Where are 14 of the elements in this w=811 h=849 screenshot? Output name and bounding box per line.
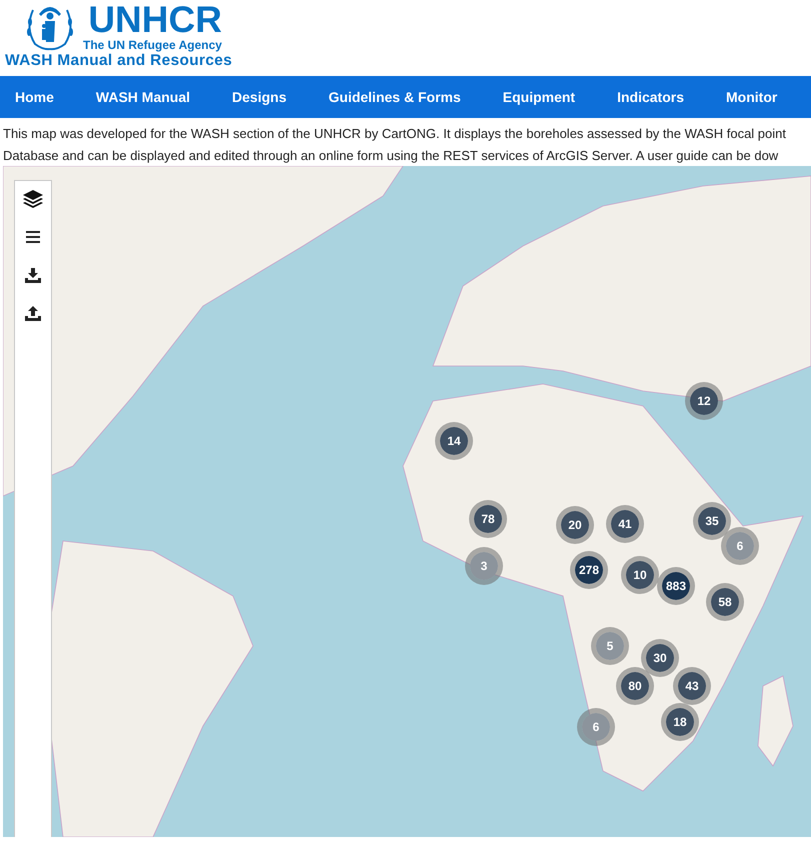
cluster-marker[interactable]: 12 bbox=[685, 382, 723, 420]
logo-title: UNHCR bbox=[88, 2, 222, 38]
intro-text: This map was developed for the WASH section of the UNHCR by CartONG. It displays the boreholes assessed by the WASH focal point bbox=[3, 125, 786, 143]
nav-link[interactable]: Home bbox=[0, 89, 75, 105]
site-title[interactable]: WASH Manual and Resources bbox=[5, 52, 232, 70]
nav-link[interactable]: Indicators bbox=[596, 89, 705, 105]
nav-link[interactable]: WASH Manual bbox=[74, 89, 212, 105]
nav-link[interactable]: Equipment bbox=[482, 89, 596, 105]
nav-link[interactable]: Designs bbox=[211, 89, 308, 105]
nav-link[interactable]: Guidelines & Forms bbox=[308, 89, 482, 105]
intro-text: Database and can be displayed and edited through an online form using the REST services of ArcGIS Server. A user guide can be dow bbox=[3, 146, 778, 165]
nav-link[interactable]: Monitor bbox=[705, 89, 798, 105]
layers-icon[interactable] bbox=[21, 187, 45, 211]
logo-subtitle: The UN Refugee Agency bbox=[83, 38, 222, 52]
